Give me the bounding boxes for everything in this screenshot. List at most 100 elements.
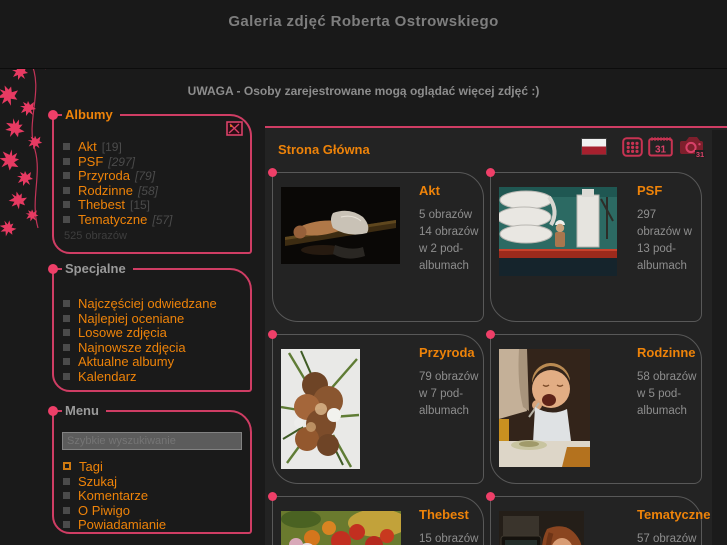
special-block: Specjalne Najczęściej odwiedzane Najlepi… [48, 261, 252, 392]
nav-link[interactable]: Powiadamianie [78, 517, 166, 532]
album-list-item: Akt [19] [63, 139, 246, 155]
album-card-title-link[interactable]: Tematyczne [637, 507, 710, 522]
album-link[interactable]: Rodzinne [78, 183, 133, 198]
menu-block: Menu Tagi Szukaj Komentarze O Piwigo Pow… [48, 403, 252, 534]
page-header: Galeria zdjęć Roberta Ostrowskiego [0, 0, 727, 69]
main-content: Strona Główna 31 31 Akt 5 obrazów 14 obr… [265, 126, 727, 545]
block-corner-dot [48, 110, 58, 120]
svg-text:31: 31 [655, 145, 667, 156]
nav-link[interactable]: Najlepiej oceniane [78, 311, 184, 326]
album-card[interactable]: Rodzinne 58 obrazów w 5 pod-albumach [486, 330, 702, 484]
card-corner-dot [268, 492, 277, 501]
tematyczne-thumbnail-image[interactable] [499, 511, 584, 545]
album-card-meta: Akt 5 obrazów 14 obrazów w 2 pod-albumac… [419, 173, 483, 321]
nav-link[interactable]: O Piwigo [78, 503, 130, 518]
nav-list-item: Komentarze [63, 488, 246, 504]
album-card-meta: Rodzinne 58 obrazów w 5 pod-albumach [637, 335, 701, 483]
bullet-square-icon [63, 143, 70, 150]
album-count: [79] [135, 169, 156, 183]
album-card-title-link[interactable]: Akt [419, 183, 481, 198]
nav-link[interactable]: Najnowsze zdjęcia [78, 340, 186, 355]
przyroda-thumbnail-image[interactable] [281, 349, 360, 469]
nav-list-item: Aktualne albumy [63, 354, 246, 370]
album-thumbnail-zone [273, 335, 419, 483]
polish-flag-icon[interactable] [581, 138, 607, 160]
album-thumbnail-zone [273, 173, 419, 321]
album-card-description: 297 obrazów w 13 pod-albumach [637, 209, 692, 272]
nav-list-item: Losowe zdjęcia [63, 325, 246, 341]
page-title: Galeria zdjęć Roberta Ostrowskiego [228, 13, 499, 30]
album-thumbnail-zone [491, 335, 637, 483]
flat-view-icon[interactable] [226, 121, 243, 141]
bullet-square-icon [63, 157, 70, 165]
album-link[interactable]: Przyroda [78, 168, 130, 183]
nav-list-item: Tagi [63, 459, 246, 475]
album-card-title-link[interactable]: Rodzinne [637, 345, 699, 360]
album-list-item: Przyroda [79] [63, 168, 246, 184]
album-count: [19] [101, 140, 122, 154]
album-link[interactable]: Thebest [78, 197, 125, 212]
album-thumbnail-zone [273, 497, 419, 545]
card-corner-dot [486, 492, 495, 501]
thebest-thumbnail-image[interactable] [281, 511, 401, 545]
album-card[interactable]: PSF 297 obrazów w 13 pod-albumach [486, 168, 702, 322]
camera-calendar-31-icon[interactable]: 31 [678, 135, 706, 163]
bullet-square-icon [63, 462, 71, 470]
calendar-31-icon[interactable]: 31 [648, 136, 673, 162]
nav-list-item: Powiadamianie [63, 517, 246, 533]
album-link[interactable]: Tematyczne [78, 212, 147, 227]
gallery-page: Galeria zdjęć Roberta Ostrowskiego UWAGA… [0, 0, 727, 545]
menu-list: Tagi Szukaj Komentarze O Piwigo Powiadam… [54, 456, 250, 533]
album-card-title-link[interactable]: Thebest [419, 507, 481, 522]
bullet-square-icon [63, 186, 70, 194]
album-card-title-link[interactable]: PSF [637, 183, 699, 198]
special-block-title: Specjalne [62, 261, 133, 276]
album-cards-grid: Akt 5 obrazów 14 obrazów w 2 pod-albumac… [268, 168, 710, 545]
special-list: Najczęściej odwiedzane Najlepiej ocenian… [54, 270, 250, 384]
psf-thumbnail-image[interactable] [499, 187, 617, 276]
svg-text:31: 31 [696, 150, 704, 158]
album-card-title-link[interactable]: Przyroda [419, 345, 481, 360]
notice-banner: UWAGA - Osoby zarejestrowane mogą ogląda… [187, 84, 540, 98]
bullet-square-icon [63, 358, 70, 365]
rodzinne-thumbnail-image[interactable] [499, 349, 590, 467]
nav-list-item: Szukaj [63, 474, 246, 490]
nav-link[interactable]: Szukaj [78, 474, 117, 489]
bullet-square-icon [63, 343, 70, 351]
bullet-square-icon [63, 372, 70, 380]
nav-link[interactable]: Komentarze [78, 488, 148, 503]
bullet-square-icon [63, 506, 70, 514]
album-card[interactable]: Tematyczne 57 obrazów [486, 492, 710, 545]
nav-link[interactable]: Najczęściej odwiedzane [78, 296, 217, 311]
album-card[interactable]: Przyroda 79 obrazów w 7 pod-albumach [268, 330, 484, 484]
album-card[interactable]: Thebest 15 obrazów [268, 492, 484, 545]
nav-list-item: Kalendarz [63, 369, 246, 385]
akt-thumbnail-image[interactable] [281, 187, 400, 264]
quick-search-input[interactable] [62, 432, 242, 450]
album-link[interactable]: PSF [78, 154, 103, 169]
bullet-square-icon [63, 314, 70, 322]
album-list-item: Rodzinne [58] [63, 183, 246, 199]
toolbar: 31 31 [581, 135, 706, 163]
content-right-gutter [712, 130, 727, 545]
album-card-description: 57 obrazów [637, 533, 697, 545]
nav-link[interactable]: Tagi [79, 459, 103, 474]
album-list-item: PSF [297] [63, 154, 246, 170]
bullet-square-icon [63, 477, 70, 485]
album-thumbnail-zone [491, 497, 637, 545]
block-corner-dot [48, 264, 58, 274]
bullet-square-icon [63, 329, 70, 336]
nav-list-item: O Piwigo [63, 503, 246, 519]
card-corner-dot [486, 330, 495, 339]
thumbnails-grid-icon[interactable] [622, 136, 643, 162]
card-corner-dot [268, 168, 277, 177]
nav-link[interactable]: Aktualne albumy [78, 354, 174, 369]
album-card-description: 58 obrazów w 5 pod-albumach [637, 371, 697, 417]
album-link[interactable]: Akt [78, 139, 97, 154]
nav-link[interactable]: Kalendarz [78, 369, 137, 384]
nav-link[interactable]: Losowe zdjęcia [78, 325, 167, 340]
bullet-square-icon [63, 201, 70, 208]
album-card[interactable]: Akt 5 obrazów 14 obrazów w 2 pod-albumac… [268, 168, 484, 322]
albums-block: Albumy Akt [19] PSF [297] Przyroda [79] Rod… [48, 107, 252, 254]
content-title: Strona Główna [278, 141, 370, 157]
